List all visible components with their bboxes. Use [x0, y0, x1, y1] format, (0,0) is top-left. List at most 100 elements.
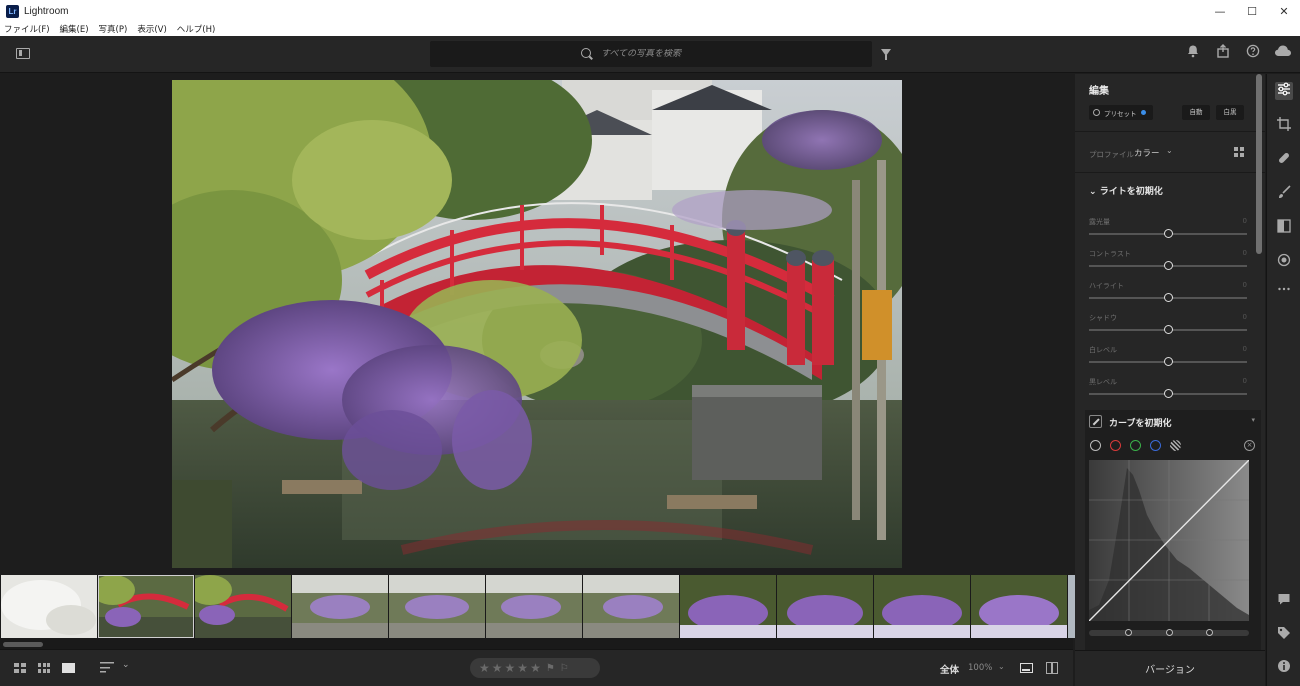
menu-file[interactable]: ファイル(F) [4, 23, 50, 35]
chevron-down-icon[interactable]: ⌄ [1166, 146, 1173, 155]
range-handle-highlights[interactable] [1206, 629, 1213, 636]
slider-value[interactable]: 0 [1243, 313, 1247, 321]
slider-knob[interactable] [1163, 229, 1173, 238]
light-section-header[interactable]: ⌄ ライトを初期化 [1089, 184, 1163, 197]
channel-blue-icon[interactable] [1150, 440, 1161, 451]
presets-button[interactable]: プリセット [1089, 105, 1153, 120]
panel-toggle-icon[interactable] [16, 48, 30, 59]
cloud-icon[interactable] [1274, 44, 1292, 62]
filmstrip-thumbnail[interactable] [292, 575, 388, 638]
slider-knob[interactable] [1163, 389, 1173, 398]
detail-view-icon[interactable] [62, 663, 75, 673]
tone-curve-graph[interactable] [1088, 459, 1250, 622]
comment-icon[interactable] [1275, 592, 1293, 610]
edit-sliders-icon[interactable] [1275, 82, 1293, 100]
star-icon[interactable]: ★ [530, 662, 541, 674]
channel-rgb-icon[interactable] [1090, 440, 1101, 451]
star-icon[interactable]: ★ [492, 662, 503, 674]
tag-icon[interactable] [1275, 626, 1293, 644]
contrast-slider[interactable]: コントラスト 0 [1089, 249, 1247, 277]
photo-grid-view-icon[interactable] [38, 663, 50, 673]
star-icon[interactable]: ★ [505, 662, 516, 674]
help-icon[interactable] [1244, 44, 1262, 62]
search-input[interactable] [601, 49, 721, 59]
slider-value[interactable]: 0 [1243, 345, 1247, 353]
highlights-slider[interactable]: ハイライト 0 [1089, 281, 1247, 309]
range-handle-shadows[interactable] [1125, 629, 1132, 636]
photo-preview[interactable] [172, 80, 902, 568]
filmstrip-thumbnail[interactable] [777, 575, 873, 638]
menu-view[interactable]: 表示(V) [137, 23, 166, 35]
info-overlay-icon[interactable] [1020, 663, 1033, 673]
whites-slider[interactable]: 白レベル 0 [1089, 345, 1247, 373]
filmstrip-thumbnail[interactable] [1, 575, 97, 638]
crop-icon[interactable] [1275, 117, 1293, 135]
blacks-slider[interactable]: 黒レベル 0 [1089, 377, 1247, 405]
filmstrip-thumbnail[interactable] [874, 575, 970, 638]
black-white-button[interactable]: 白黒 [1216, 105, 1244, 120]
filmstrip-scroll-thumb[interactable] [3, 642, 43, 647]
menu-help[interactable]: ヘルプ(H) [177, 23, 216, 35]
search-box[interactable] [430, 41, 872, 67]
range-handle-midtones[interactable] [1166, 629, 1173, 636]
filmstrip-thumbnail-selected[interactable] [98, 575, 194, 638]
slider-knob[interactable] [1163, 261, 1173, 270]
sort-icon[interactable] [100, 662, 114, 673]
slider-value[interactable]: 0 [1243, 281, 1247, 289]
exposure-slider[interactable]: 露光量 0 [1089, 217, 1247, 245]
slider-value[interactable]: 0 [1243, 217, 1247, 225]
filter-icon[interactable] [881, 49, 891, 60]
minimize-button[interactable]: — [1204, 0, 1236, 22]
slider-knob[interactable] [1163, 293, 1173, 302]
square-grid-view-icon[interactable] [14, 663, 26, 673]
star-icon[interactable]: ★ [517, 662, 528, 674]
channel-red-icon[interactable] [1110, 440, 1121, 451]
compare-view-icon[interactable] [1046, 662, 1058, 674]
info-icon[interactable] [1275, 659, 1293, 677]
slider-value[interactable]: 0 [1243, 249, 1247, 257]
slider-knob[interactable] [1163, 325, 1173, 334]
menu-photo[interactable]: 写真(P) [99, 23, 128, 35]
filmstrip-scrollbar[interactable] [0, 641, 1073, 649]
radial-gradient-icon[interactable] [1275, 253, 1293, 271]
close-button[interactable]: ✕ [1268, 0, 1300, 22]
edit-panel-scrollbar[interactable] [1256, 74, 1262, 254]
curve-icon[interactable] [1089, 415, 1102, 428]
zoom-fit-label[interactable]: 全体 [940, 662, 959, 676]
zoom-chevron-icon[interactable]: ⌄ [998, 662, 1005, 671]
filmstrip-thumbnail[interactable] [195, 575, 291, 638]
profile-select[interactable]: カラー [1134, 147, 1160, 159]
filmstrip-thumbnail[interactable] [583, 575, 679, 638]
light-reset-label: ライトを初期化 [1099, 187, 1163, 197]
linear-gradient-icon[interactable] [1275, 219, 1293, 237]
share-icon[interactable] [1214, 44, 1232, 62]
sort-chevron-icon[interactable]: ⌄ [122, 660, 130, 670]
menu-edit[interactable]: 編集(E) [60, 23, 89, 35]
zoom-percent[interactable]: 100% [968, 663, 992, 673]
brush-icon[interactable] [1275, 185, 1293, 203]
auto-button[interactable]: 自動 [1182, 105, 1210, 120]
shadows-slider[interactable]: シャドウ 0 [1089, 313, 1247, 341]
curve-range-slider[interactable] [1089, 629, 1249, 636]
filmstrip-thumbnail[interactable] [971, 575, 1067, 638]
channel-parametric-icon[interactable] [1170, 440, 1181, 451]
curve-reset-label[interactable]: カーブを初期化 [1109, 416, 1171, 429]
maximize-button[interactable]: ☐ [1236, 0, 1268, 22]
channel-green-icon[interactable] [1130, 440, 1141, 451]
flag-reject-icon[interactable]: ⚐ [560, 663, 569, 674]
versions-button[interactable]: バージョン [1075, 661, 1265, 676]
slider-value[interactable]: 0 [1243, 377, 1247, 385]
slider-knob[interactable] [1163, 357, 1173, 366]
bell-icon[interactable] [1184, 44, 1202, 62]
profile-browser-icon[interactable] [1234, 147, 1245, 158]
flag-pick-icon[interactable]: ⚑ [546, 663, 555, 674]
slider-label: 白レベル [1089, 346, 1117, 354]
filmstrip-thumbnail[interactable] [680, 575, 776, 638]
more-icon[interactable] [1275, 282, 1293, 300]
curve-dropdown-icon[interactable]: ▾ [1251, 416, 1255, 424]
filmstrip-thumbnail[interactable] [486, 575, 582, 638]
star-icon[interactable]: ★ [479, 662, 490, 674]
healing-icon[interactable] [1275, 151, 1293, 169]
filmstrip-thumbnail[interactable] [389, 575, 485, 638]
close-icon[interactable]: × [1244, 440, 1255, 451]
